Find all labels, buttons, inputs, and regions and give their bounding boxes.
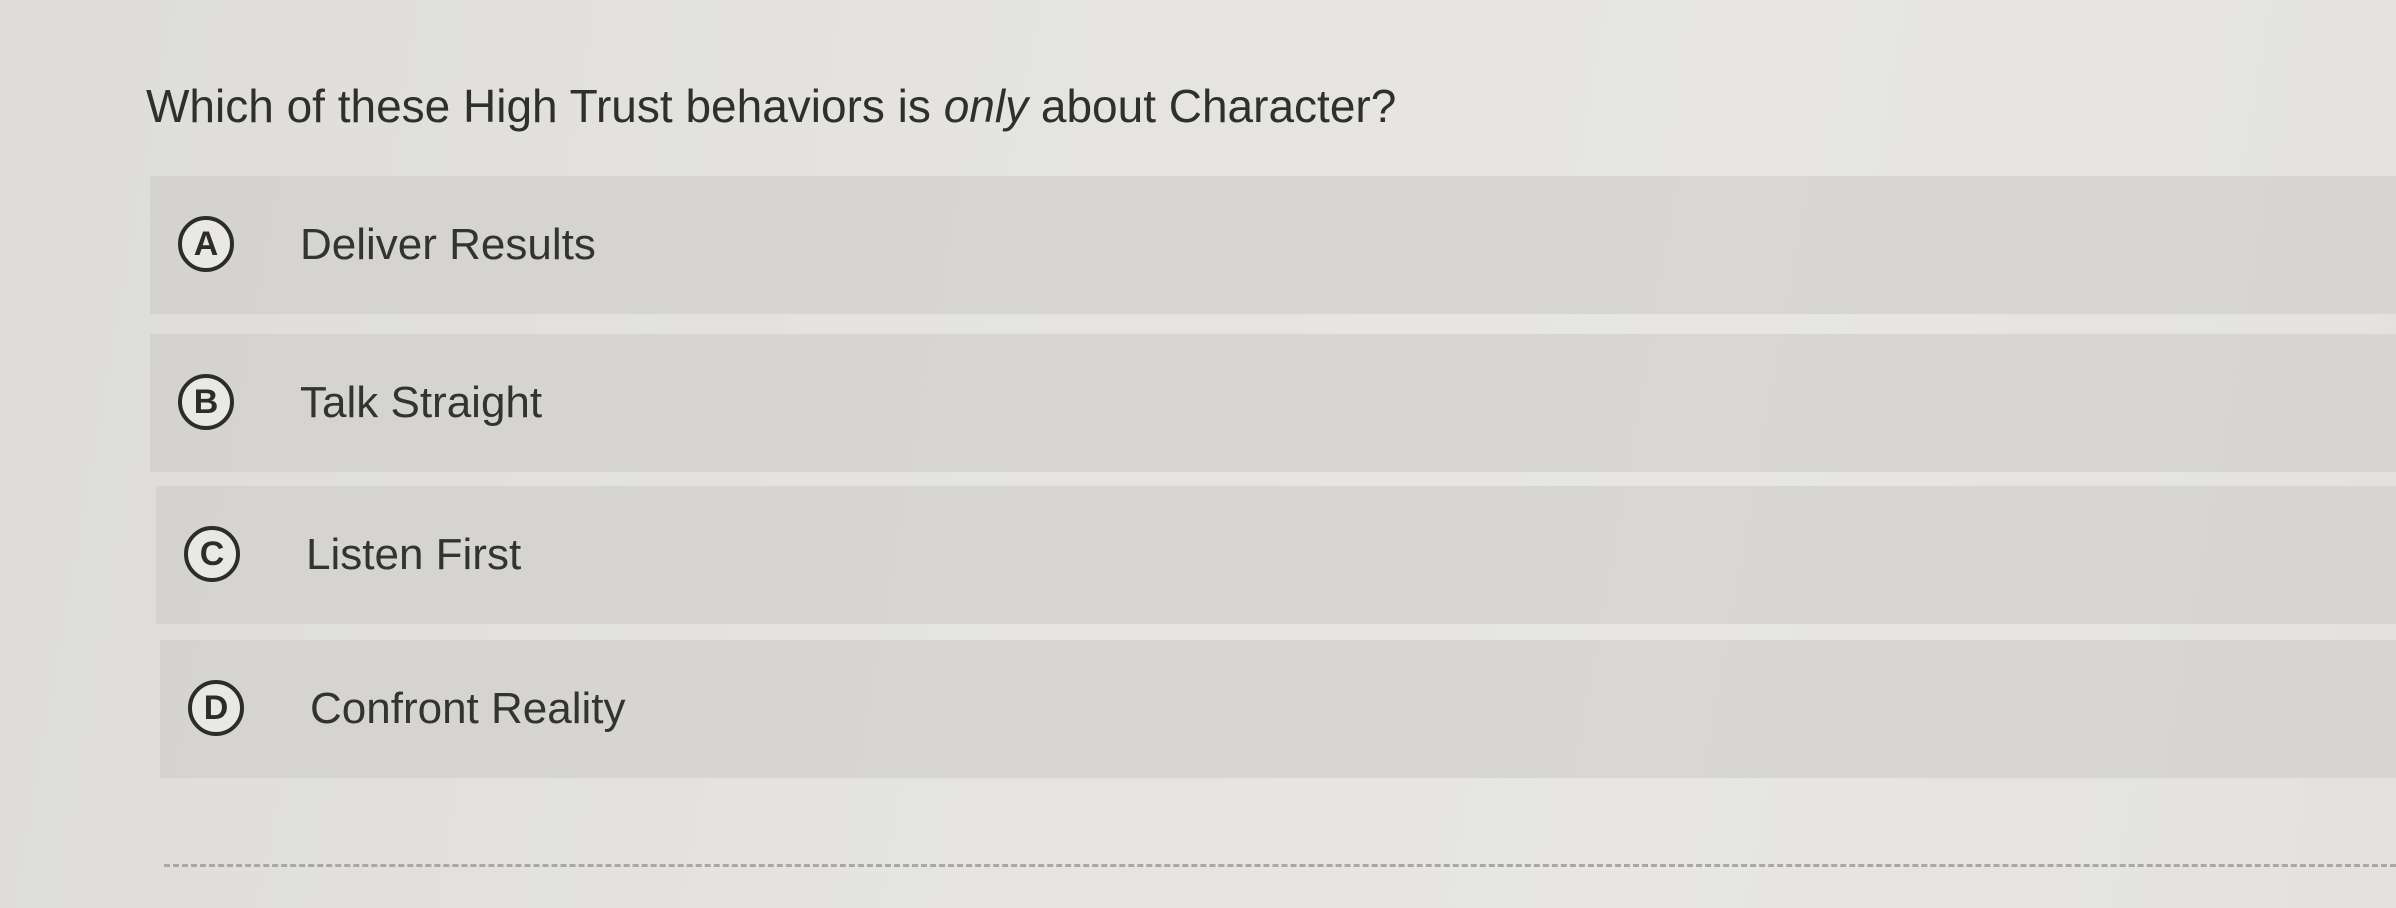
option-label: Deliver Results [300,220,596,269]
option-label: Listen First [306,530,522,579]
quiz-question-panel: Which of these High Trust behaviors is o… [0,0,2396,908]
answer-option-d[interactable]: D Confront Reality [160,640,2396,778]
dashed-divider [164,864,2396,867]
option-label: Confront Reality [310,684,626,733]
question-suffix: about Character? [1028,80,1397,132]
answer-option-c[interactable]: C Listen First [156,486,2396,624]
option-letter-badge: D [188,680,244,736]
question-emphasis: only [943,80,1029,132]
question-prefix: Which of these High Trust behaviors is [146,80,944,132]
question-text: Which of these High Trust behaviors is o… [146,74,1396,138]
option-letter-badge: A [178,216,234,272]
answer-option-a[interactable]: A Deliver Results [150,176,2396,314]
option-label: Talk Straight [300,378,543,427]
option-letter-badge: C [184,526,240,582]
answer-option-b[interactable]: B Talk Straight [150,334,2396,472]
option-letter-badge: B [178,374,234,430]
